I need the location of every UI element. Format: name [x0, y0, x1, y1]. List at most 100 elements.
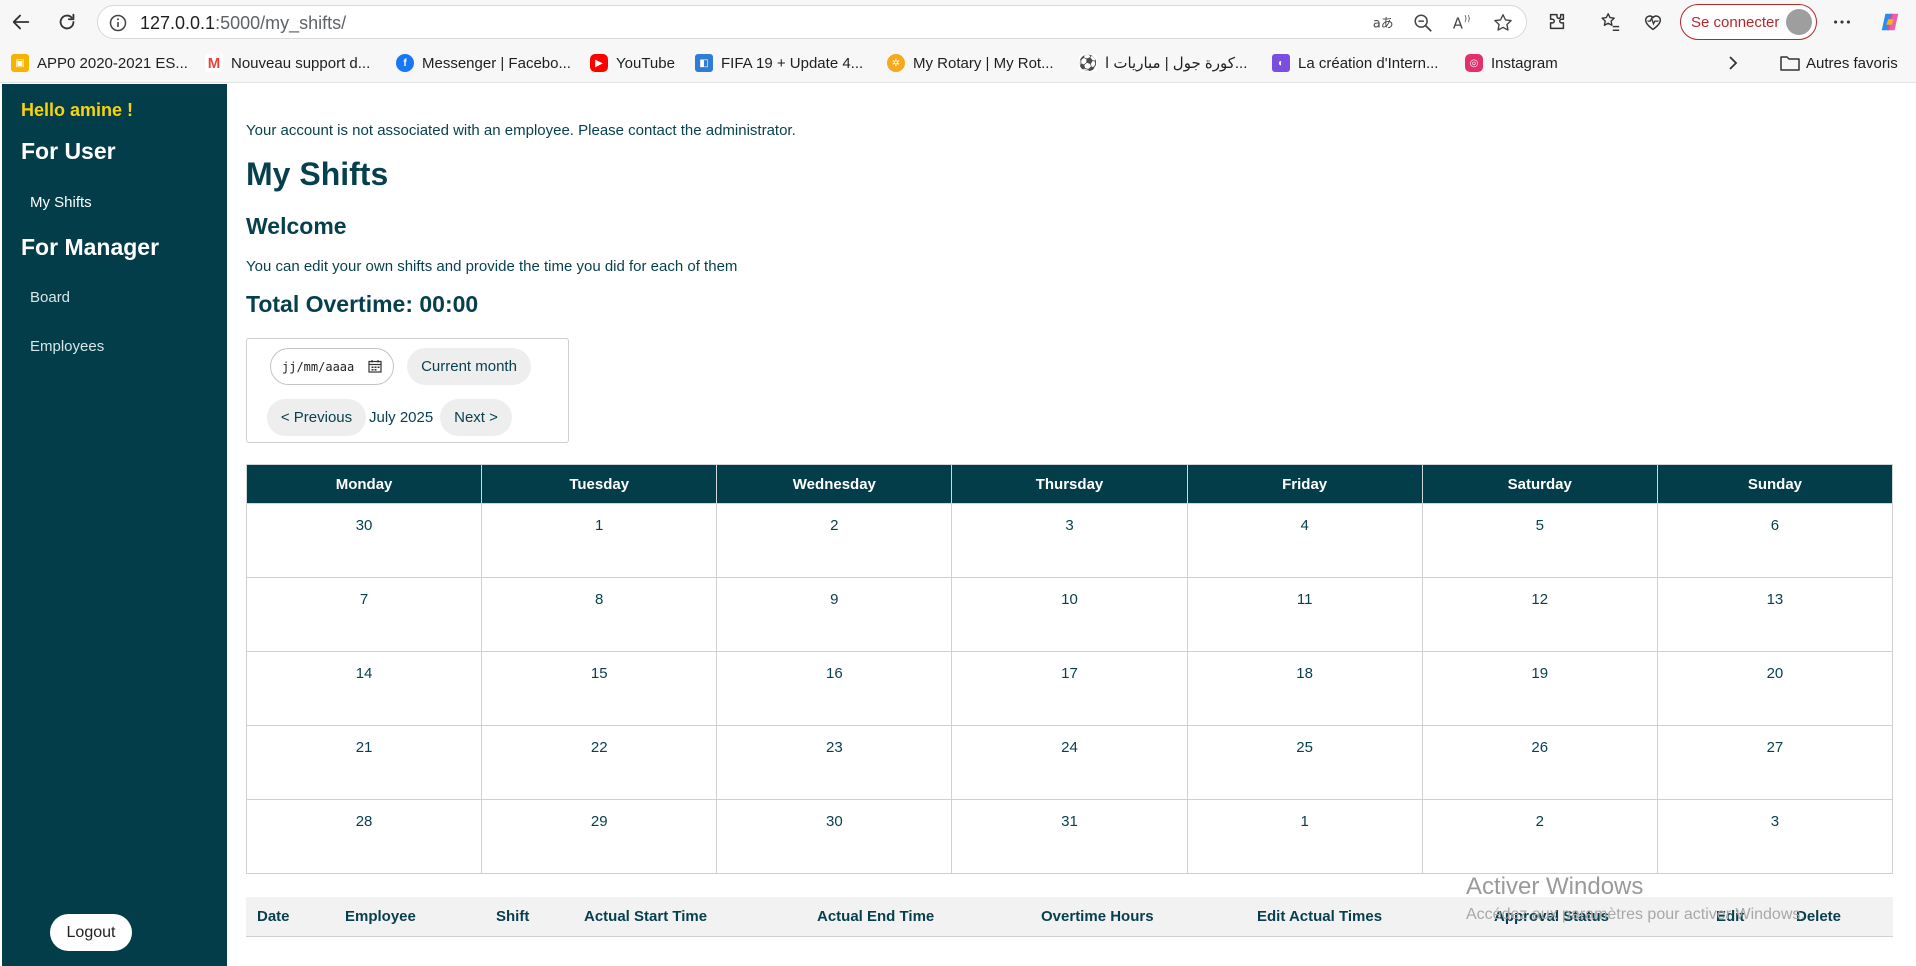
- bookmark-1[interactable]: M Nouveau support d...: [205, 53, 370, 73]
- bookmark-7[interactable]: ◐ La création d'Intern...: [1272, 53, 1438, 73]
- site-info-icon[interactable]: [108, 13, 128, 33]
- page-title: My Shifts: [246, 156, 389, 192]
- calendar-day-cell[interactable]: 10: [951, 577, 1188, 652]
- column-header-actual-start: Actual Start Time: [584, 908, 708, 925]
- day-header: Monday: [245, 464, 483, 504]
- gmail-icon: M: [205, 54, 223, 72]
- section-for-user: For User: [21, 138, 116, 164]
- calendar-day-cell[interactable]: 1: [1186, 799, 1423, 874]
- account-notice: Your account is not associated with an e…: [246, 122, 796, 139]
- bookmark-0[interactable]: ▣ APP0 2020-2021 ES...: [11, 53, 188, 73]
- bookmark-5[interactable]: ✲ My Rotary | My Rot...: [887, 53, 1054, 73]
- calendar-day-cell[interactable]: 6: [1656, 503, 1894, 578]
- bookmarks-bar: ▣ APP0 2020-2021 ES... M Nouveau support d…: [0, 43, 1916, 83]
- calendar-day-cell[interactable]: 16: [716, 651, 953, 726]
- day-header: Sunday: [1656, 464, 1894, 504]
- calendar-day-cell[interactable]: 26: [1421, 725, 1658, 800]
- calendar-day-cell[interactable]: 18: [1186, 651, 1423, 726]
- calendar-week-row: 30 1 2 3 4 5 6: [245, 503, 1894, 578]
- other-favorites[interactable]: Autres favoris: [1780, 53, 1898, 73]
- calendar-day-cell[interactable]: 28: [245, 799, 483, 874]
- calendar-day-cell[interactable]: 3: [951, 503, 1188, 578]
- bookmark-2[interactable]: f Messenger | Facebo...: [396, 53, 571, 73]
- calendar-week-row: 28 29 30 31 1 2 3: [245, 799, 1894, 874]
- calendar-day-cell[interactable]: 17: [951, 651, 1188, 726]
- column-header-actual-end: Actual End Time: [817, 908, 935, 925]
- svg-text:A: A: [1453, 16, 1463, 33]
- immersive-reader-icon[interactable]: A)): [1452, 12, 1474, 34]
- back-icon[interactable]: [5, 6, 37, 38]
- bookmark-4[interactable]: ◧ FIFA 19 + Update 4...: [695, 53, 863, 73]
- more-options-icon[interactable]: [1826, 6, 1858, 38]
- youtube-icon: ▶: [590, 54, 608, 72]
- previous-month-button[interactable]: < Previous: [267, 399, 366, 436]
- calendar-week-row: 21 22 23 24 25 26 27: [245, 725, 1894, 800]
- calendar-day-cell[interactable]: 13: [1656, 577, 1894, 652]
- calendar-day-cell[interactable]: 12: [1421, 577, 1658, 652]
- svg-text:)): )): [1464, 13, 1470, 23]
- sidebar-item-board[interactable]: Board: [30, 289, 70, 306]
- calendar-icon[interactable]: [368, 359, 382, 373]
- calendar-day-cell[interactable]: 5: [1421, 503, 1658, 578]
- calendar-day-cell[interactable]: 15: [481, 651, 718, 726]
- calendar-day-cell[interactable]: 20: [1656, 651, 1894, 726]
- calendar-day-cell[interactable]: 7: [245, 577, 483, 652]
- logout-button[interactable]: Logout: [50, 914, 132, 951]
- date-picker-input[interactable]: jj/mm/aaaa: [270, 348, 394, 385]
- bookmarks-overflow-chevron-icon[interactable]: [1725, 53, 1741, 73]
- bookmark-label: FIFA 19 + Update 4...: [721, 54, 864, 72]
- bookmark-6[interactable]: ⚽ كورة جول | مباريات ا...: [1079, 53, 1247, 73]
- page-description: You can edit your own shifts and provide…: [246, 258, 738, 275]
- calendar-day-cell[interactable]: 31: [951, 799, 1188, 874]
- calendar-day-cell[interactable]: 24: [951, 725, 1188, 800]
- bookmark-label: La création d'Intern...: [1298, 54, 1439, 72]
- rotary-icon: ✲: [887, 54, 905, 72]
- section-for-manager: For Manager: [21, 234, 160, 260]
- calendar-day-cell[interactable]: 9: [716, 577, 953, 652]
- calendar-day-cell[interactable]: 30: [245, 503, 483, 578]
- day-header: Saturday: [1421, 464, 1658, 504]
- calendar-day-cell[interactable]: 1: [481, 503, 718, 578]
- favorite-star-icon[interactable]: [1492, 12, 1514, 34]
- calendar-day-cell[interactable]: 2: [1421, 799, 1658, 874]
- calendar-day-cell[interactable]: 30: [716, 799, 953, 874]
- folder-icon: [1780, 56, 1800, 71]
- copilot-icon[interactable]: [1874, 6, 1906, 38]
- column-header-overtime: Overtime Hours: [1041, 908, 1154, 925]
- sidebar-item-employees[interactable]: Employees: [30, 338, 104, 355]
- calendar-day-cell[interactable]: 2: [716, 503, 953, 578]
- shift-calendar: Monday Tuesday Wednesday Thursday Friday…: [245, 464, 1894, 874]
- column-header-edit-actual-times: Edit Actual Times: [1257, 908, 1383, 925]
- bookmark-3[interactable]: ▶ YouTube: [590, 53, 675, 73]
- sign-in-button[interactable]: Se connecter: [1680, 4, 1817, 40]
- calendar-day-cell[interactable]: 23: [716, 725, 953, 800]
- calendar-day-cell[interactable]: 11: [1186, 577, 1423, 652]
- calendar-header-row: Monday Tuesday Wednesday Thursday Friday…: [245, 464, 1894, 504]
- calendar-day-cell[interactable]: 4: [1186, 503, 1423, 578]
- bookmark-label: YouTube: [616, 54, 675, 72]
- bookmark-label: APP0 2020-2021 ES...: [37, 54, 188, 72]
- zoom-out-icon[interactable]: [1412, 12, 1434, 34]
- calendar-day-cell[interactable]: 27: [1656, 725, 1894, 800]
- current-month-button[interactable]: Current month: [407, 348, 531, 385]
- calendar-day-cell[interactable]: 22: [481, 725, 718, 800]
- calendar-week-row: 14 15 16 17 18 19 20: [245, 651, 1894, 726]
- address-bar[interactable]: 127.0.0.1:5000/my_shifts/ aあ A)): [97, 5, 1527, 39]
- read-aloud-icon[interactable]: aあ: [1372, 12, 1394, 34]
- calendar-day-cell[interactable]: 19: [1421, 651, 1658, 726]
- calendar-day-cell[interactable]: 25: [1186, 725, 1423, 800]
- calendar-day-cell[interactable]: 21: [245, 725, 483, 800]
- extensions-icon[interactable]: [1541, 6, 1573, 38]
- calendar-day-cell[interactable]: 29: [481, 799, 718, 874]
- calendar-day-cell[interactable]: 14: [245, 651, 483, 726]
- bookmark-8[interactable]: ◎ Instagram: [1465, 53, 1558, 73]
- next-month-button[interactable]: Next >: [440, 399, 512, 436]
- browser-essentials-icon[interactable]: [1637, 6, 1669, 38]
- calendar-day-cell[interactable]: 3: [1656, 799, 1894, 874]
- windows-activation-subtext: Accédez aux paramètres pour activer Wind…: [1466, 906, 1805, 923]
- calendar-controls: jj/mm/aaaa Current month < Previous July…: [246, 338, 569, 443]
- calendar-day-cell[interactable]: 8: [481, 577, 718, 652]
- favorites-icon[interactable]: [1594, 6, 1626, 38]
- sidebar-item-my-shifts[interactable]: My Shifts: [30, 194, 92, 211]
- reload-icon[interactable]: [51, 6, 83, 38]
